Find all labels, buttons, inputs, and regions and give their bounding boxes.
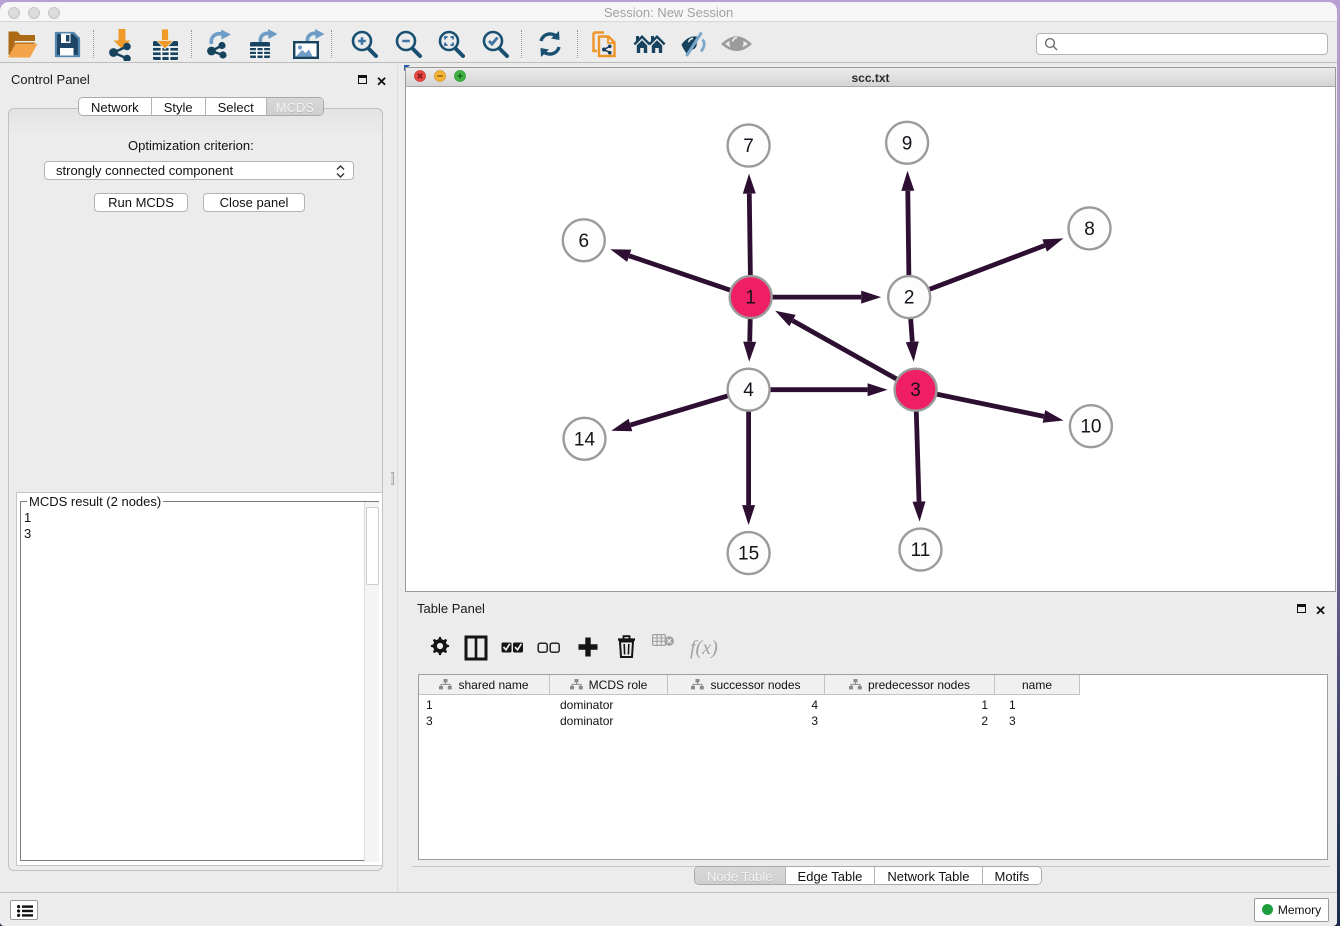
svg-text:6: 6 <box>579 231 590 252</box>
svg-text:7: 7 <box>743 136 754 157</box>
svg-text:2: 2 <box>904 288 915 309</box>
svg-text:8: 8 <box>1084 219 1095 240</box>
svg-text:3: 3 <box>910 380 921 401</box>
svg-text:4: 4 <box>743 380 754 401</box>
svg-text:11: 11 <box>911 540 931 561</box>
svg-text:15: 15 <box>738 544 759 565</box>
svg-text:9: 9 <box>902 133 913 154</box>
svg-text:14: 14 <box>574 429 596 450</box>
svg-text:10: 10 <box>1080 417 1101 438</box>
svg-text:1: 1 <box>745 288 756 309</box>
